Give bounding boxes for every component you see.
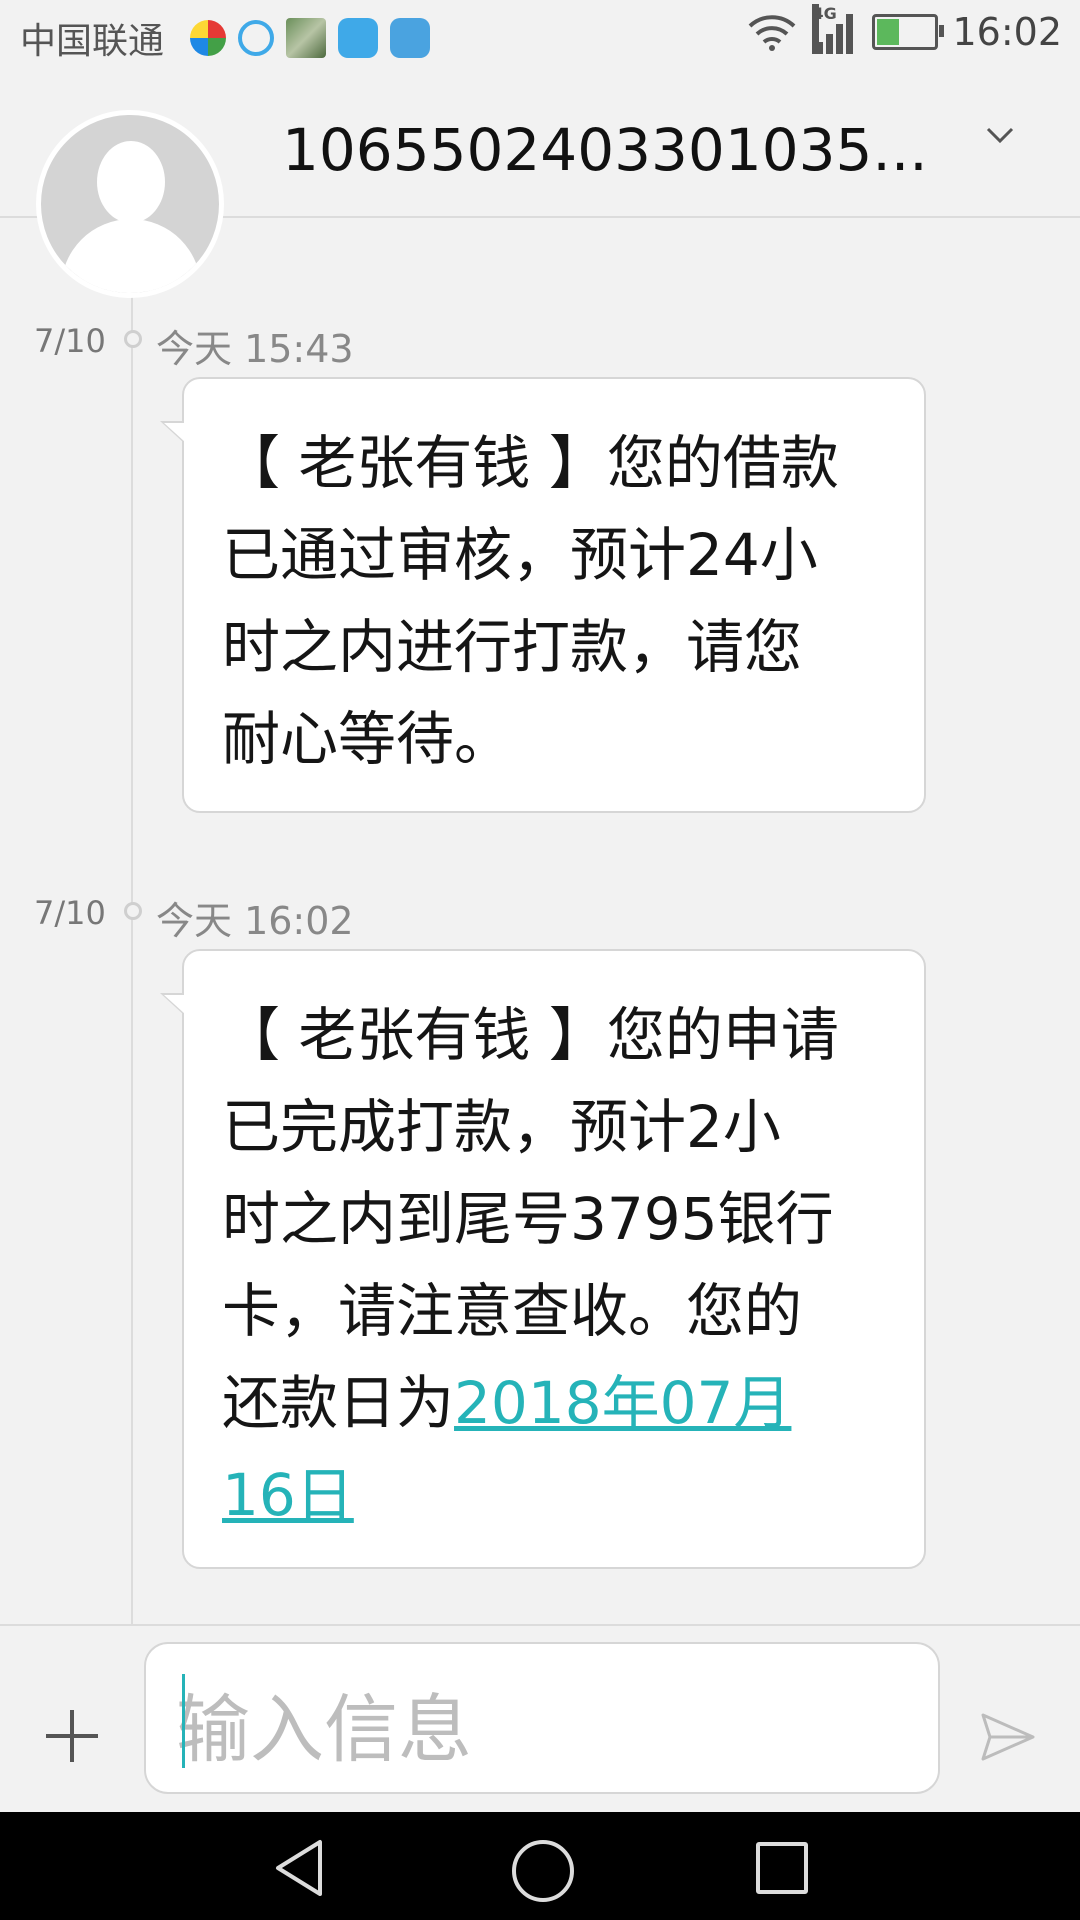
message-line: 【 老张有钱 】您的申请 xyxy=(222,1001,839,1069)
message-date-row: 7/10 今天 16:02 xyxy=(0,890,1080,943)
message-date: 7/10 xyxy=(34,322,106,360)
message-line: 16日 xyxy=(222,1449,884,1541)
date-link[interactable]: 16日 xyxy=(222,1461,354,1529)
contact-avatar[interactable] xyxy=(36,110,224,298)
signal-icon: 4G xyxy=(812,4,858,54)
message-line: 还款日为2018年07月 xyxy=(222,1357,884,1449)
photo-notification-icon xyxy=(286,18,326,58)
status-bar: 中国联通 4G 16:02 xyxy=(0,0,1080,74)
notification-icons xyxy=(190,18,430,58)
message-line: 耐心等待。 xyxy=(222,705,513,773)
message-line: 时之内到尾号3795银行 xyxy=(222,1185,834,1253)
message-date: 7/10 xyxy=(34,894,106,932)
status-time: 16:02 xyxy=(952,10,1062,54)
app-notification-icon xyxy=(190,20,226,56)
browser-notification-icon xyxy=(238,20,274,56)
message-notification-icon xyxy=(338,18,378,58)
back-icon[interactable] xyxy=(272,1838,328,1898)
message-line: 已通过审核，预计24小 xyxy=(222,521,818,589)
battery-icon xyxy=(872,14,945,50)
message-input[interactable]: 输入信息 xyxy=(144,1642,940,1794)
message-bubble[interactable]: 【 老张有钱 】您的借款 已通过审核，预计24小 时之内进行打款，请您 耐心等待… xyxy=(160,377,926,813)
contact-number[interactable]: 106550240330103​5... xyxy=(282,116,928,184)
date-link[interactable]: 2018年07月 xyxy=(454,1369,791,1437)
home-icon[interactable] xyxy=(512,1840,574,1902)
timeline-dot xyxy=(124,330,142,348)
message-line: 卡，请注意查收。您的 xyxy=(222,1277,803,1345)
add-attachment-icon[interactable] xyxy=(46,1710,98,1762)
status-right: 4G 16:02 xyxy=(746,4,1062,54)
text-caret xyxy=(182,1674,185,1768)
message-text: 还款日为 xyxy=(222,1369,455,1437)
timeline-dot xyxy=(124,902,142,920)
message-line: 已完成打款，预计2小 xyxy=(222,1093,781,1161)
message-time: 今天 16:02 xyxy=(156,899,354,943)
message-time: 今天 15:43 xyxy=(156,327,354,371)
send-icon[interactable] xyxy=(980,1712,1036,1762)
message-bubble[interactable]: 【 老张有钱 】您的申请 已完成打款，预计2小 时之内到尾号3795银行 卡，请… xyxy=(160,949,926,1569)
message-line: 时之内进行打款，请您 xyxy=(222,613,803,681)
message-line: 【 老张有钱 】您的借款 xyxy=(222,429,839,497)
gallery-notification-icon xyxy=(390,18,430,58)
chevron-down-icon[interactable] xyxy=(985,120,1015,150)
recent-apps-icon[interactable] xyxy=(756,1842,808,1894)
message-date-row: 7/10 今天 15:43 xyxy=(0,318,1080,371)
carrier-name: 中国联通 xyxy=(20,21,165,62)
wifi-icon xyxy=(749,15,796,51)
